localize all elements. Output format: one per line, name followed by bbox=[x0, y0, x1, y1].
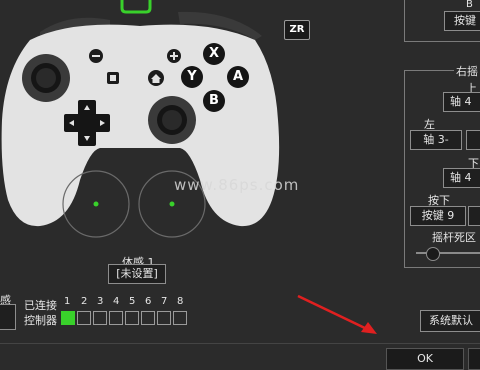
left-panel-field[interactable] bbox=[0, 304, 16, 330]
button-y-label: Y bbox=[187, 69, 197, 84]
b-group-label: B bbox=[466, 0, 473, 10]
watermark: www.86ps.com bbox=[174, 176, 300, 194]
controller-slot-checkbox[interactable] bbox=[93, 311, 107, 325]
zr-button[interactable]: ZR bbox=[284, 20, 310, 40]
controller-slot-checkbox-active[interactable] bbox=[61, 311, 75, 325]
slot-number: 6 bbox=[145, 296, 152, 307]
left-mapping-button[interactable]: 轴 3- bbox=[410, 130, 462, 150]
button-b-label: B bbox=[209, 93, 219, 108]
slot-number: 3 bbox=[97, 296, 104, 307]
ok-button[interactable]: OK bbox=[386, 348, 464, 370]
button-x-label: X bbox=[208, 46, 220, 61]
system-default-button[interactable]: 系统默认 bbox=[420, 310, 480, 332]
b-mapping-button[interactable]: 按键 bbox=[444, 11, 480, 31]
right-mapping-button[interactable] bbox=[466, 130, 480, 150]
button-a-label: A bbox=[232, 69, 244, 84]
press-mapping-button[interactable]: 按键 9 bbox=[410, 206, 466, 226]
connected-label: 已连接 bbox=[24, 299, 57, 312]
slot-number: 4 bbox=[113, 296, 120, 307]
up-mapping-button[interactable]: 轴 4 bbox=[443, 92, 480, 112]
controller-slot-checkbox[interactable] bbox=[77, 311, 91, 325]
cancel-button[interactable] bbox=[468, 348, 480, 370]
press-extra-field[interactable] bbox=[468, 206, 480, 226]
deadzone-label: 摇杆死区 bbox=[432, 231, 476, 244]
down-mapping-button[interactable]: 轴 4 bbox=[443, 168, 480, 188]
controller-slot-checkbox[interactable] bbox=[157, 311, 171, 325]
motion-config-button[interactable]: [未设置] bbox=[108, 264, 166, 284]
controller-slot-checkbox[interactable] bbox=[109, 311, 123, 325]
slot-number: 8 bbox=[177, 296, 184, 307]
controller-slot-checkbox[interactable] bbox=[141, 311, 155, 325]
controller-label: 控制器 bbox=[24, 314, 57, 327]
slot-number: 5 bbox=[129, 296, 136, 307]
deadzone-slider-handle[interactable] bbox=[426, 247, 440, 261]
annotation-arrow bbox=[297, 294, 377, 334]
controller-slot-checkbox[interactable] bbox=[173, 311, 187, 325]
slot-number: 1 bbox=[64, 296, 71, 307]
right-stick-title: 右摇 bbox=[454, 63, 480, 79]
slot-number: 7 bbox=[161, 296, 168, 307]
controller-slot-checkbox[interactable] bbox=[125, 311, 139, 325]
controller-top-indicator bbox=[120, 0, 152, 14]
slot-number: 2 bbox=[81, 296, 88, 307]
